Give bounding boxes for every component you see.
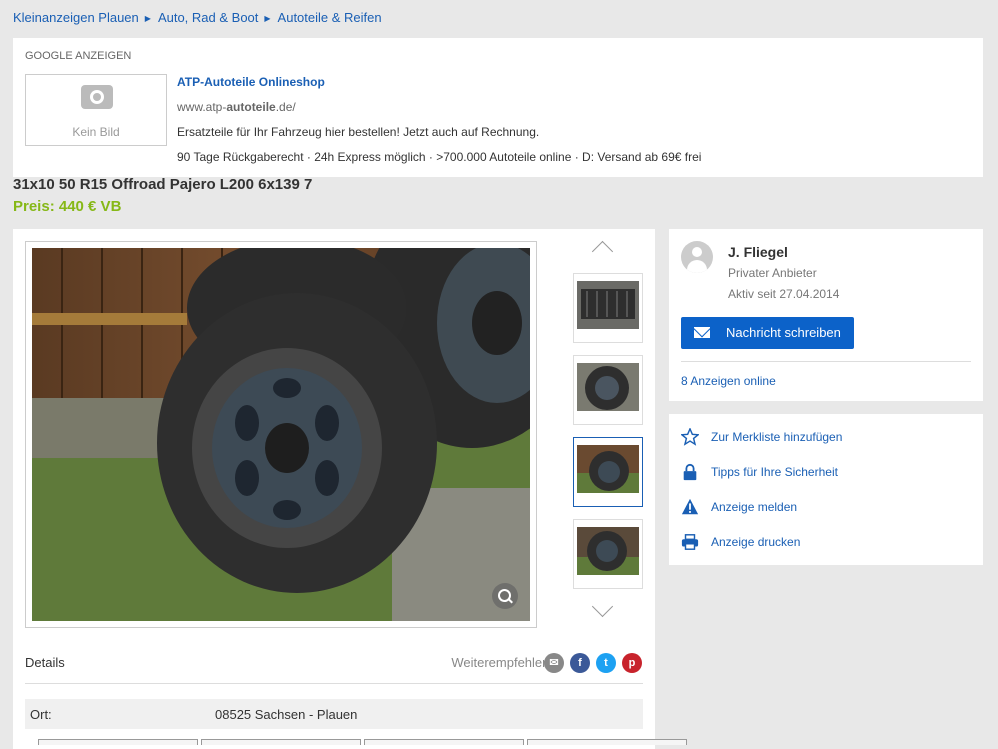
- photo-gallery[interactable]: [25, 241, 537, 628]
- email-share-icon[interactable]: ✉: [544, 653, 564, 673]
- bottom-tabs: [38, 739, 688, 745]
- thumbnail-image: [577, 527, 639, 575]
- breadcrumb-plauen[interactable]: Kleinanzeigen Plauen: [13, 10, 139, 25]
- ad-url-bold: autoteile: [226, 100, 276, 114]
- main-photo[interactable]: [32, 248, 530, 621]
- message-button-label: Nachricht schreiben: [726, 325, 841, 340]
- seller-type: Privater Anbieter: [728, 266, 817, 280]
- seller-since: Aktiv seit 27.04.2014: [728, 287, 840, 301]
- listing-price: Preis: 440 € VB: [13, 198, 122, 215]
- ad-url[interactable]: www.atp-autoteile.de/: [177, 100, 296, 114]
- print-ad-label: Anzeige drucken: [711, 535, 801, 549]
- warning-icon: [681, 498, 699, 515]
- seller-name[interactable]: J. Fliegel: [728, 244, 788, 260]
- facebook-share-icon[interactable]: f: [570, 653, 590, 673]
- thumbnail-photo: [577, 445, 639, 493]
- thumbnail-1[interactable]: [573, 273, 643, 343]
- breadcrumb: Kleinanzeigen Plauen ▶ Auto, Rad & Boot ▶ Au…: [13, 10, 382, 25]
- location-row: Ort: 08525 Sachsen - Plauen: [25, 699, 643, 729]
- pinterest-share-icon[interactable]: p: [622, 653, 642, 673]
- share-label: Weiterempfehlen:: [451, 655, 553, 670]
- ad-features: 90 Tage Rückgaberecht · 24h Express mögl…: [177, 150, 702, 164]
- breadcrumb-auto-rad-boot[interactable]: Auto, Rad & Boot: [158, 10, 258, 25]
- ad-description: Ersatzteile für Ihr Fahrzeug hier bestel…: [177, 125, 540, 139]
- thumbnail-image: [577, 281, 639, 329]
- seller-card: J. Fliegel Privater Anbieter Aktiv seit …: [669, 229, 983, 401]
- ad-no-image[interactable]: Kein Bild: [25, 74, 167, 146]
- location-value: 08525 Sachsen - Plauen: [215, 707, 358, 722]
- lock-icon: [683, 463, 697, 481]
- no-image-text: Kein Bild: [72, 125, 120, 139]
- ad-url-prefix: www.atp-: [177, 100, 227, 114]
- watchlist-label: Zur Merkliste hinzufügen: [711, 430, 843, 444]
- thumbnail-photo: [577, 527, 639, 575]
- thumbnail-image: [577, 363, 639, 411]
- ad-title-link[interactable]: ATP-Autoteile Onlineshop: [177, 75, 325, 89]
- bottom-tab[interactable]: [38, 739, 198, 745]
- zoom-icon[interactable]: [492, 583, 518, 609]
- bottom-tab[interactable]: [201, 739, 361, 745]
- bottom-tab[interactable]: [527, 739, 687, 745]
- ad-title-bold: Autoteile: [204, 75, 256, 89]
- listing-main-card: Details Weiterempfehlen: ✉ f t p Ort: 08…: [13, 229, 655, 749]
- thumbnail-photo: [577, 281, 639, 329]
- divider: [681, 361, 971, 362]
- report-ad-label: Anzeige melden: [711, 500, 798, 514]
- printer-icon: [681, 534, 699, 550]
- thumbnail-photo: [577, 363, 639, 411]
- ad-title-prefix: ATP-: [177, 75, 205, 89]
- avatar: [681, 241, 713, 273]
- camera-icon: [81, 85, 113, 109]
- google-ad: GOOGLE ANZEIGEN Kein Bild ATP-Autoteile …: [13, 38, 983, 177]
- breadcrumb-separator-icon: ▶: [144, 14, 151, 23]
- twitter-share-icon[interactable]: t: [596, 653, 616, 673]
- tire-photo: [32, 248, 530, 621]
- actions-card: Zur Merkliste hinzufügen Tipps für Ihre …: [669, 414, 983, 565]
- thumbnail-2[interactable]: [573, 355, 643, 425]
- breadcrumb-autoteile-reifen[interactable]: Autoteile & Reifen: [278, 10, 382, 25]
- chevron-down-icon[interactable]: [591, 595, 614, 618]
- listing-title: 31x10 50 R15 Offroad Pajero L200 6x139 7: [13, 176, 313, 193]
- message-button[interactable]: Nachricht schreiben: [681, 317, 854, 349]
- thumbnail-4[interactable]: [573, 519, 643, 589]
- ad-label: GOOGLE ANZEIGEN: [25, 50, 132, 62]
- safety-tips-label: Tipps für Ihre Sicherheit: [711, 465, 838, 479]
- details-row: Details Weiterempfehlen: ✉ f t p: [25, 647, 643, 684]
- seller-ads-link[interactable]: 8 Anzeigen online: [681, 374, 776, 388]
- thumbnail-3[interactable]: [573, 437, 643, 507]
- chevron-up-icon[interactable]: [591, 240, 614, 263]
- star-icon: [681, 428, 699, 446]
- ad-url-suffix: .de/: [275, 100, 296, 114]
- location-key: Ort:: [30, 707, 52, 722]
- details-label: Details: [25, 655, 65, 670]
- breadcrumb-separator-icon: ▶: [264, 14, 271, 23]
- ad-title-suffix: Onlineshop: [255, 75, 325, 89]
- envelope-icon: [694, 327, 710, 338]
- thumbnail-image: [577, 445, 639, 493]
- bottom-tab[interactable]: [364, 739, 524, 745]
